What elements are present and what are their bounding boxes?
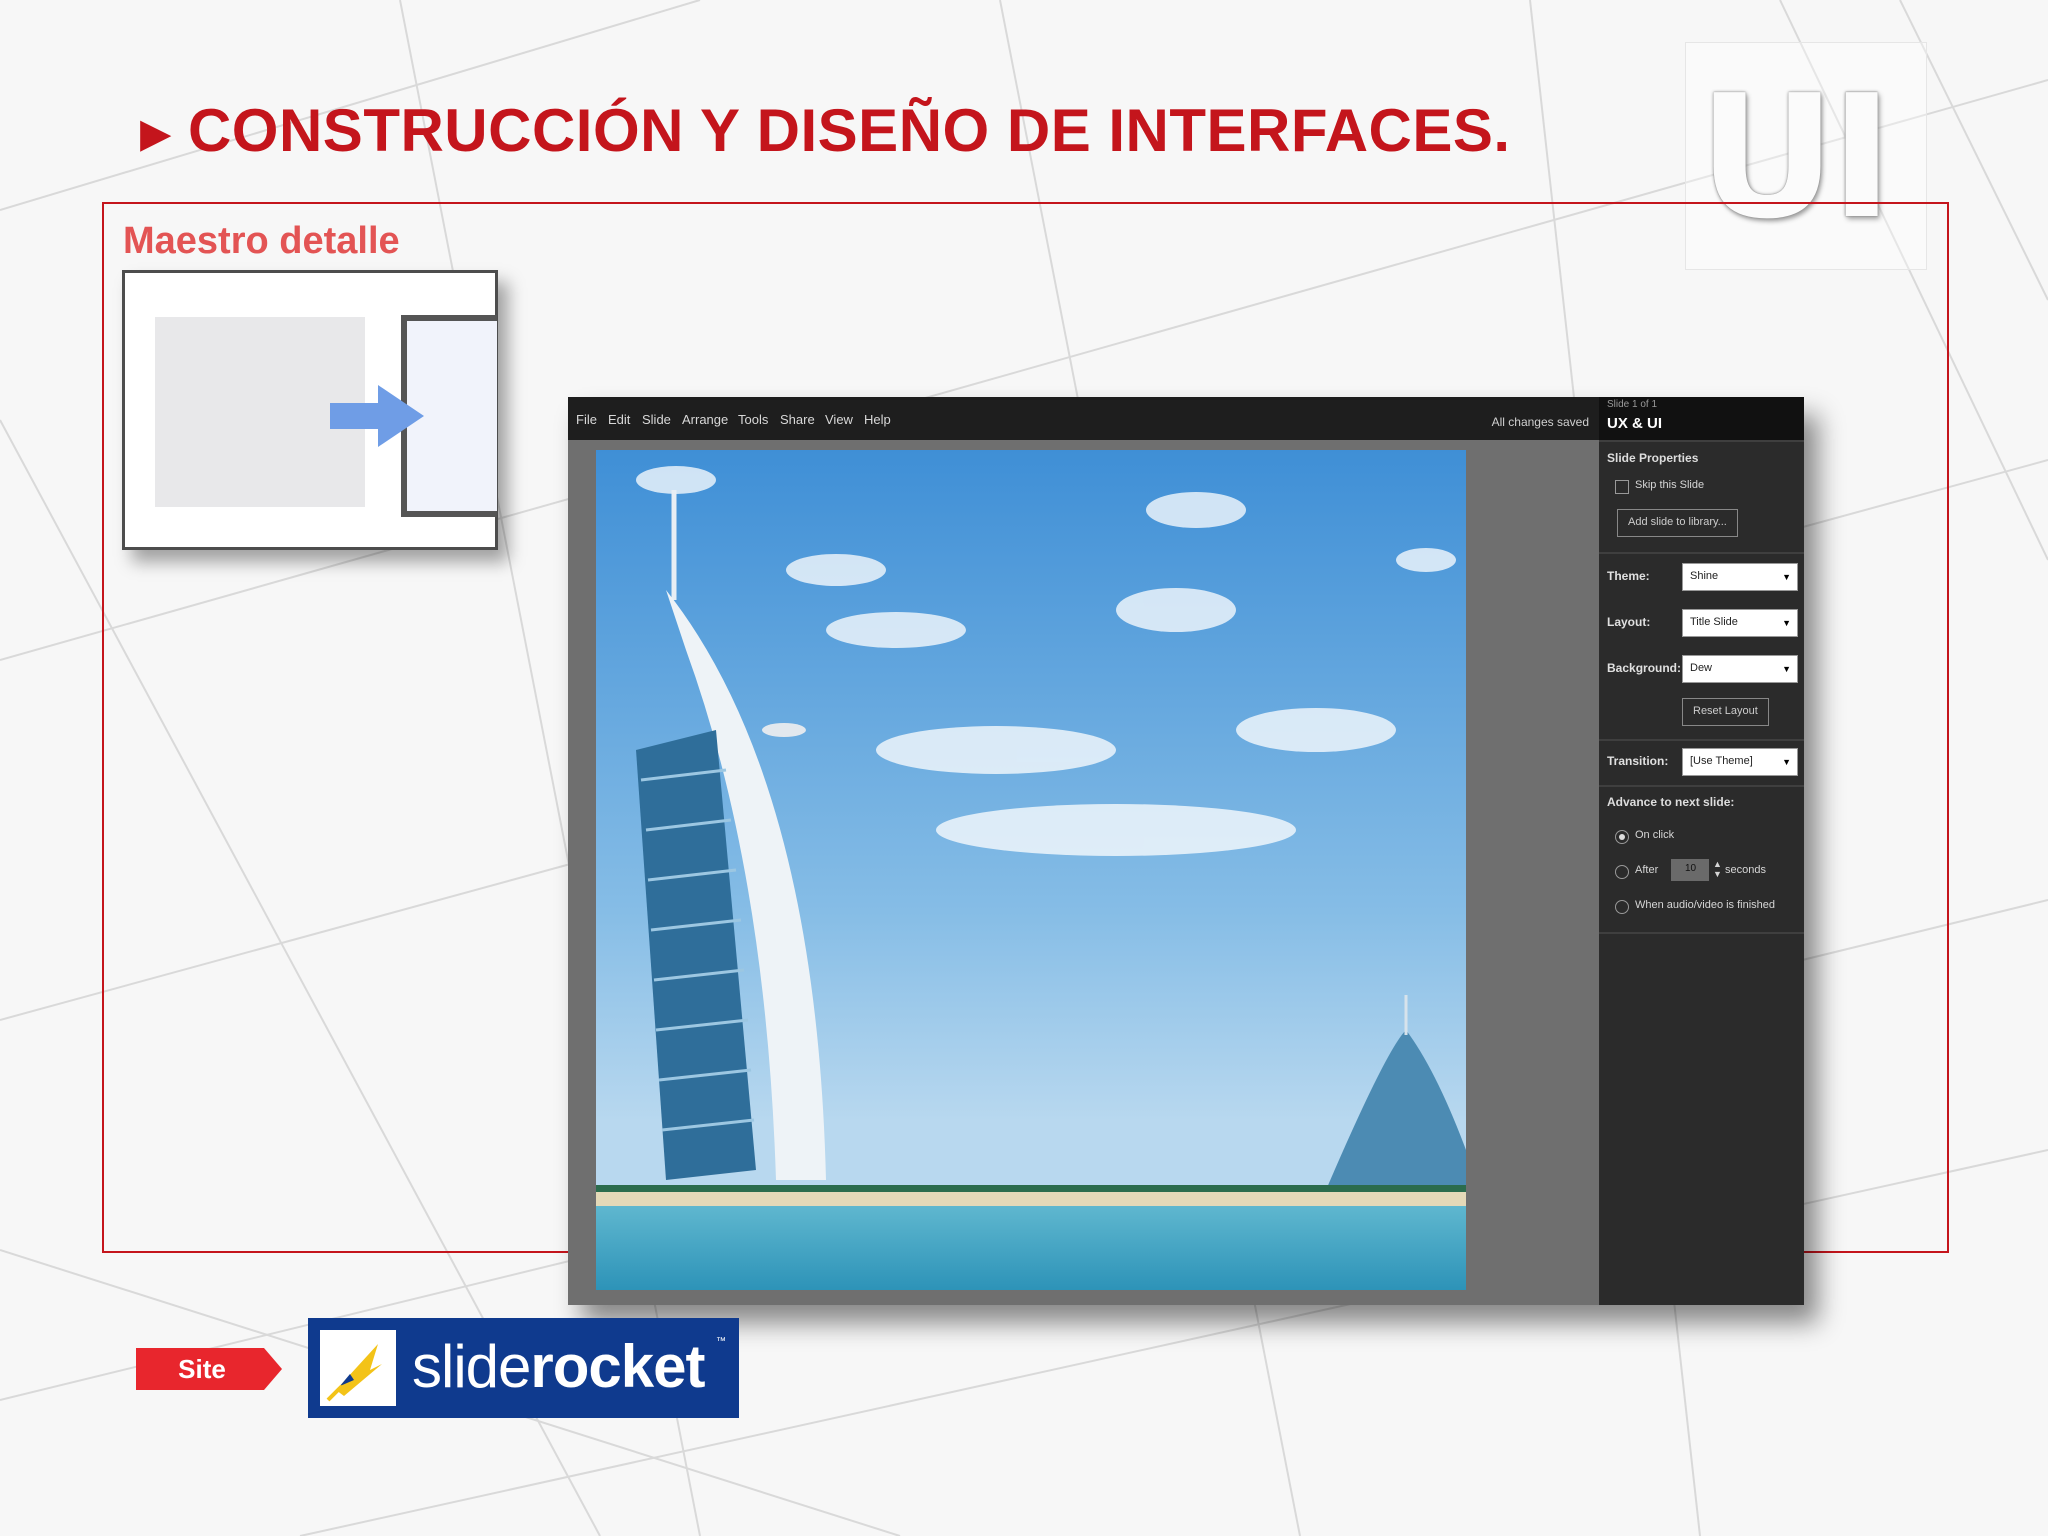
slide-canvas [568,440,1599,1305]
trademark-symbol: ™ [716,1336,726,1347]
chevron-down-icon: ▼ [1782,757,1791,767]
menu-bar: File Edit Slide Arrange Tools Share View… [568,397,1599,440]
panel-header: Slide 1 of 1 UX & UI [1599,397,1804,440]
theme-label: Theme: [1607,569,1650,583]
slide-title: ► CONSTRUCCIÓN Y DISEÑO DE INTERFACES. [130,96,1511,165]
add-to-library-button[interactable]: Add slide to library... [1617,509,1738,537]
media-finished-radio[interactable] [1615,900,1629,914]
master-detail-diagram [122,270,498,550]
background-value: Dew [1690,662,1713,674]
panel-divider [1599,552,1804,554]
title-text: CONSTRUCCIÓN Y DISEÑO DE INTERFACES. [187,97,1511,164]
slide-properties-panel: Slide 1 of 1 UX & UI Slide Properties Sk… [1599,397,1804,1305]
stepper-arrows-icon[interactable]: ▲ ▼ [1713,859,1722,879]
theme-value: Shine [1690,570,1719,582]
panel-divider [1599,785,1804,787]
theme-select[interactable]: Shine ▼ [1682,563,1798,591]
sliderocket-wordmark: sliderocket [412,1332,706,1401]
background-select[interactable]: Dew ▼ [1682,655,1798,683]
layout-select[interactable]: Title Slide ▼ [1682,609,1798,637]
panel-divider [1599,739,1804,741]
title-arrow-icon: ► [130,105,182,163]
slide-photo[interactable] [596,450,1466,1290]
seconds-label: seconds [1725,864,1766,876]
menu-edit[interactable]: Edit [608,412,630,427]
on-click-label: On click [1635,829,1675,841]
menu-help[interactable]: Help [864,412,891,427]
wordmark-prefix: slide [412,1333,531,1400]
layout-label: Layout: [1607,615,1651,629]
rocket-icon-box [320,1330,396,1406]
panel-divider [1599,440,1804,442]
app-screenshot: File Edit Slide Arrange Tools Share View… [568,397,1804,1305]
after-radio[interactable] [1615,865,1629,879]
after-label: After [1635,864,1659,876]
site-label: Site [178,1354,226,1384]
transition-label: Transition: [1607,754,1669,768]
chevron-down-icon: ▼ [1782,618,1791,628]
save-status: All changes saved [1491,415,1589,429]
skip-slide-checkbox[interactable] [1615,480,1629,494]
wordmark-suffix: rocket [530,1333,705,1400]
rocket-icon [320,1330,396,1406]
media-finished-label: When audio/video is finished [1635,899,1776,911]
seconds-stepper[interactable]: 10 [1671,859,1709,881]
presentation-title: UX & UI [1607,415,1663,432]
menu-slide[interactable]: Slide [642,412,671,427]
skip-slide-label: Skip this Slide [1635,479,1705,491]
arrow-right-icon [330,385,424,447]
menu-arrange[interactable]: Arrange [682,412,728,427]
transition-value: [Use Theme] [1690,755,1753,767]
menu-file[interactable]: File [576,412,597,427]
background-label: Background: [1607,661,1682,675]
chevron-down-icon: ▼ [1782,572,1791,582]
on-click-radio[interactable] [1615,830,1629,844]
sliderocket-logo[interactable]: sliderocket ™ [308,1318,739,1418]
advance-heading: Advance to next slide: [1607,795,1735,809]
site-link-tag[interactable]: Site [136,1348,282,1390]
section-subtitle: Maestro detalle [123,220,400,262]
menu-view[interactable]: View [825,412,853,427]
chevron-down-icon: ▼ [1782,664,1791,674]
menu-tools[interactable]: Tools [738,412,768,427]
reset-layout-button[interactable]: Reset Layout [1682,698,1769,726]
slide-properties-heading: Slide Properties [1607,451,1699,465]
transition-select[interactable]: [Use Theme] ▼ [1682,748,1798,776]
layout-value: Title Slide [1690,616,1738,628]
menu-share[interactable]: Share [780,412,815,427]
panel-divider [1599,932,1804,934]
slide-counter: Slide 1 of 1 [1607,399,1658,410]
